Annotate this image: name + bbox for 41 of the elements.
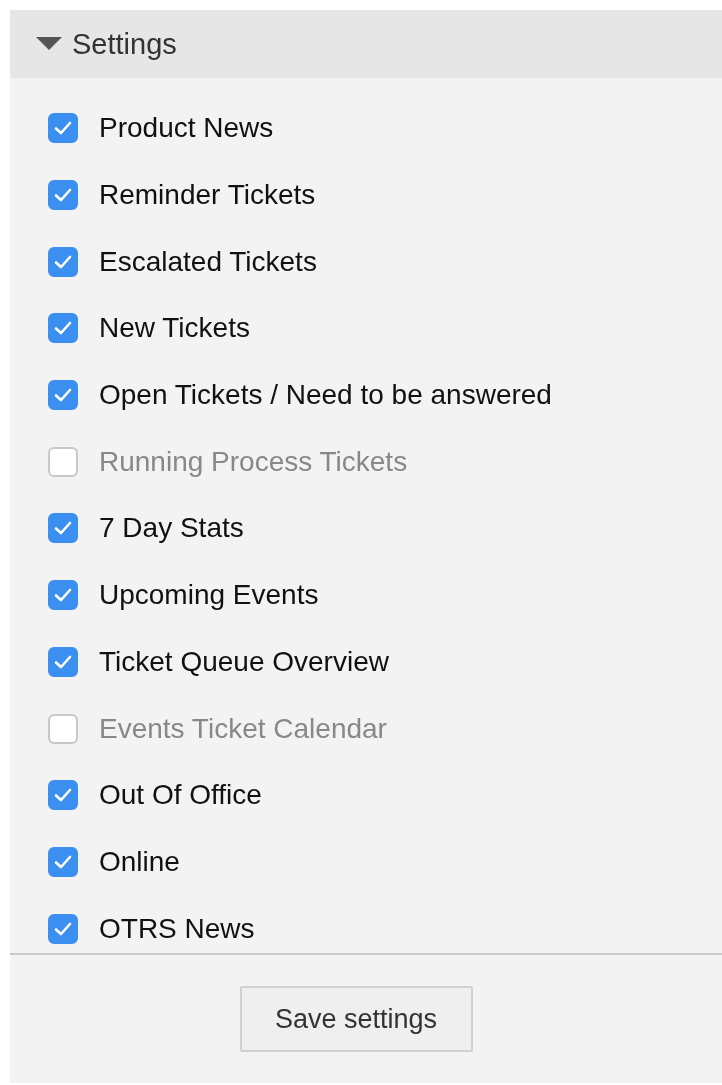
option-label: Online (99, 845, 180, 878)
checkmark-icon (54, 788, 72, 803)
checkbox[interactable] (48, 713, 78, 744)
checkmark-icon (54, 588, 72, 603)
option-label: Open Tickets / Need to be answered (99, 379, 552, 412)
checkbox[interactable] (48, 246, 78, 277)
option-label: OTRS News (99, 912, 255, 945)
checkbox[interactable] (48, 780, 78, 811)
checkbox[interactable] (48, 380, 78, 411)
checkbox[interactable] (48, 646, 78, 677)
checkbox[interactable] (48, 580, 78, 611)
checkbox[interactable] (48, 313, 78, 344)
option-label: New Tickets (99, 312, 250, 345)
caret-icon (36, 37, 62, 51)
option-label: Upcoming Events (99, 579, 319, 612)
option-label: Out Of Office (99, 779, 262, 812)
checkbox[interactable] (48, 846, 78, 877)
checkbox[interactable] (48, 113, 78, 144)
checkmark-icon (54, 121, 72, 136)
checkbox[interactable] (48, 446, 78, 477)
panel-header[interactable]: Settings (10, 10, 722, 78)
checkmark-icon (54, 854, 72, 869)
option-label: Events Ticket Calendar (99, 712, 387, 745)
checkmark-icon (54, 388, 72, 403)
checkmark-icon (54, 321, 72, 336)
save-settings-button[interactable]: Save settings (239, 986, 473, 1052)
checkbox[interactable] (48, 513, 78, 544)
checkbox[interactable] (48, 180, 78, 211)
option-label: Product News (99, 112, 274, 145)
checkmark-icon (54, 654, 72, 669)
checkmark-icon (54, 921, 72, 936)
checkmark-icon (54, 254, 72, 269)
checkbox[interactable] (48, 913, 78, 944)
option-label: Reminder Tickets (99, 179, 316, 212)
option-label: 7 Day Stats (99, 512, 244, 545)
option-label: Ticket Queue Overview (99, 645, 389, 678)
option-label: Escalated Tickets (99, 245, 317, 278)
panel-title: Settings (72, 27, 177, 61)
option-label: Running Process Tickets (99, 445, 408, 478)
checkmark-icon (54, 188, 72, 203)
checkmark-icon (54, 521, 72, 536)
